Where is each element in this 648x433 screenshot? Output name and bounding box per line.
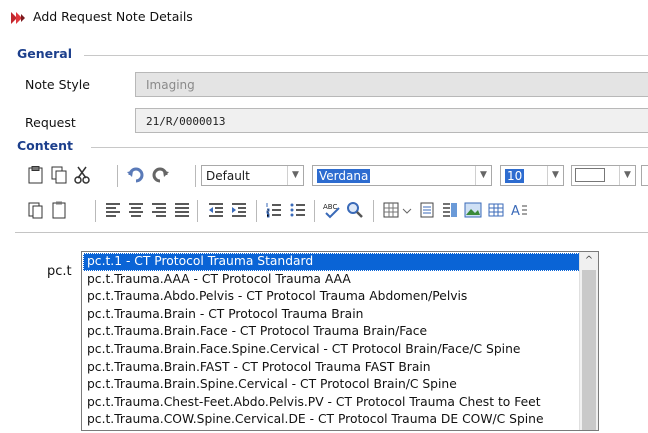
undo-icon[interactable]	[126, 165, 146, 185]
align-center-icon[interactable]	[126, 200, 146, 220]
copy-icon[interactable]	[49, 165, 69, 185]
font-color-select[interactable]: ▼	[571, 165, 636, 186]
toolbar-separator	[197, 200, 198, 222]
autocomplete-item[interactable]: pc.t.Trauma.Brain.Face.Spine.Cervical - …	[83, 341, 580, 359]
cut-icon[interactable]	[72, 165, 92, 185]
editor-typed-text: pc.t	[47, 264, 72, 279]
autocomplete-item[interactable]: pc.t.1 - CT Protocol Trauma Standard	[83, 253, 580, 271]
request-field[interactable]: 21/R/0000013	[135, 108, 648, 133]
insert-rows-icon[interactable]	[440, 200, 460, 220]
table-properties-icon[interactable]	[417, 200, 437, 220]
content-heading: Content	[17, 138, 73, 153]
table-insert-icon[interactable]	[381, 200, 401, 220]
general-heading: General	[17, 46, 72, 61]
font-family-select[interactable]: Verdana ▼	[312, 165, 492, 186]
title-bar: Add Request Note Details	[0, 0, 648, 34]
toolbar-separator	[314, 200, 315, 222]
align-justify-icon[interactable]	[172, 200, 192, 220]
outdent-icon[interactable]	[206, 200, 226, 220]
scroll-up-icon[interactable]: ^	[580, 252, 598, 269]
request-value: 21/R/0000013	[146, 115, 226, 128]
chevron-down-icon: ▼	[475, 166, 491, 185]
font-size-select[interactable]: 10 ▼	[500, 165, 564, 186]
autocomplete-item[interactable]: pc.t.Trauma.Chest-Feet.Abdo.Pelvis.PV - …	[83, 394, 580, 412]
autocomplete-item[interactable]: pc.t.Trauma.Abdo.Pelvis - CT Protocol Tr…	[83, 288, 580, 306]
numbered-list-icon[interactable]	[264, 200, 284, 220]
align-right-icon[interactable]	[149, 200, 169, 220]
autocomplete-dropdown[interactable]: pc.t.1 - CT Protocol Trauma Standard pc.t…	[81, 251, 599, 431]
autocomplete-item[interactable]: pc.t.Trauma.Brain - CT Protocol Trauma B…	[83, 306, 580, 324]
paste-format-icon[interactable]	[49, 200, 69, 220]
note-style-label: Note Style	[25, 77, 90, 92]
find-icon[interactable]	[345, 200, 365, 220]
image-insert-icon[interactable]	[463, 200, 483, 220]
paragraph-style-value: Default	[206, 169, 250, 183]
text-format-icon[interactable]: A	[509, 200, 529, 220]
toolbar-separator	[256, 200, 257, 222]
redo-icon[interactable]	[150, 165, 170, 185]
toolbar-separator	[95, 200, 96, 222]
svg-text:ABC: ABC	[323, 203, 337, 211]
autocomplete-item[interactable]: pc.t.Trauma.AAA - CT Protocol Trauma AAA	[83, 271, 580, 289]
spell-check-icon[interactable]: ABC	[322, 200, 342, 220]
note-style-value: Imaging	[146, 78, 195, 92]
chevron-down-icon: ▼	[619, 166, 635, 185]
paste-icon[interactable]	[26, 165, 46, 185]
window-title: Add Request Note Details	[33, 9, 193, 24]
chevron-down-icon: ▼	[547, 166, 563, 185]
autocomplete-list: pc.t.1 - CT Protocol Trauma Standard pc.t…	[83, 253, 580, 429]
chevron-down-icon[interactable]	[400, 200, 414, 220]
bullet-list-icon[interactable]	[288, 200, 308, 220]
toolbar-separator	[195, 165, 196, 187]
autocomplete-item[interactable]: pc.t.Trauma.Brain.Face - CT Protocol Tra…	[83, 323, 580, 341]
align-left-icon[interactable]	[103, 200, 123, 220]
svg-text:A: A	[511, 204, 520, 219]
more-toolbar-select[interactable]	[641, 165, 648, 186]
note-style-field[interactable]: Imaging	[135, 72, 648, 97]
general-divider	[84, 55, 648, 56]
autocomplete-item[interactable]: pc.t.Trauma.COW.Spine.Cervical.DE - CT P…	[83, 411, 580, 429]
scroll-thumb[interactable]	[582, 270, 596, 430]
autocomplete-item[interactable]: pc.t.Trauma.Brain.Spine.Cervical - CT Pr…	[83, 376, 580, 394]
request-label: Request	[25, 115, 76, 130]
font-family-value: Verdana	[317, 169, 371, 183]
font-color-swatch	[575, 168, 605, 182]
app-logo-icon	[11, 12, 25, 24]
toolbar-separator	[117, 165, 118, 187]
grid-icon[interactable]	[486, 200, 506, 220]
chevron-down-icon: ▼	[287, 166, 303, 185]
copy-format-icon[interactable]	[26, 200, 46, 220]
content-divider	[91, 147, 648, 148]
toolbar-separator	[373, 200, 374, 222]
paragraph-style-select[interactable]: Default ▼	[201, 165, 304, 186]
autocomplete-item[interactable]: pc.t.Trauma.Brain.FAST - CT Protocol Tra…	[83, 359, 580, 377]
font-size-value: 10	[505, 169, 525, 183]
indent-icon[interactable]	[229, 200, 249, 220]
scrollbar[interactable]: ^	[579, 252, 598, 430]
